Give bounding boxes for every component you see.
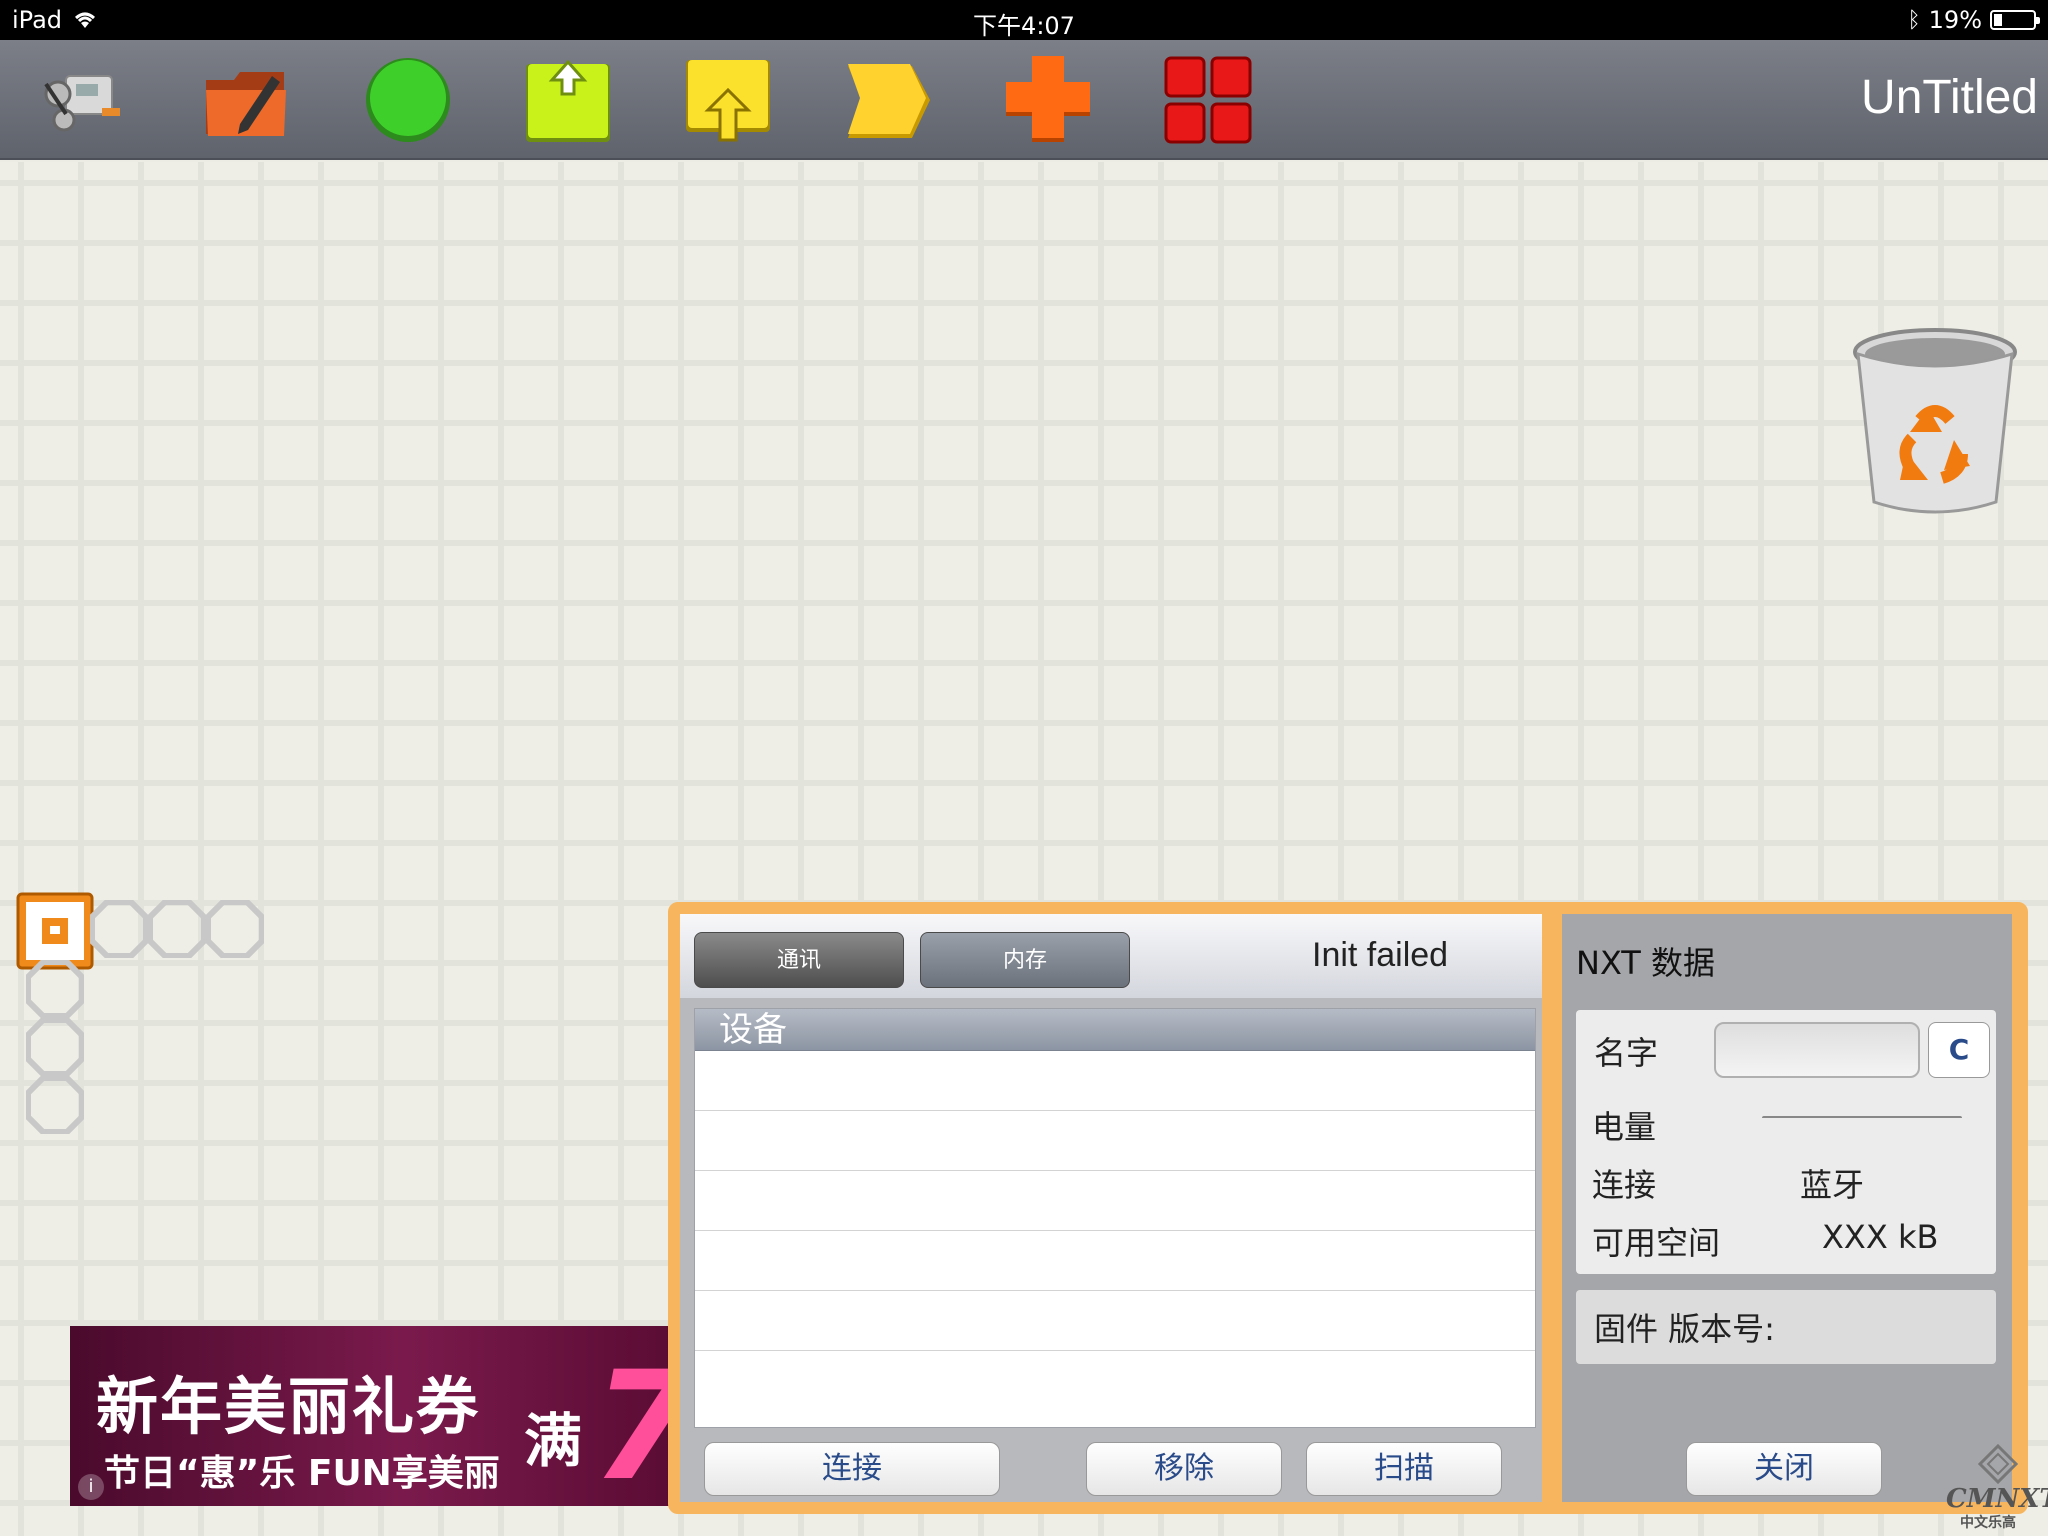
- nxt-data-panel: NXT 数据 名字 C 电量 连接 蓝牙 可用空间 XXX kB 固件 版本号:…: [1562, 914, 2012, 1502]
- nxt-info-box: 名字 C 电量 连接 蓝牙 可用空间 XXX kB: [1576, 1010, 1996, 1274]
- status-bar-right: ᛒ 19%: [1907, 6, 2040, 34]
- empty-slot-icon[interactable]: [26, 1076, 84, 1134]
- status-time: 下午4:07: [973, 12, 1075, 40]
- empty-slot-icon[interactable]: [90, 900, 148, 958]
- device-list-header: 设备: [695, 1009, 1535, 1051]
- empty-slot-icon[interactable]: [26, 1018, 84, 1076]
- list-item[interactable]: [695, 1351, 1535, 1411]
- ad-big-number: 7: [592, 1340, 678, 1506]
- ad-headline: 新年美丽礼券: [96, 1370, 481, 1443]
- connection-label: 连接: [1592, 1166, 1657, 1204]
- green-export-icon[interactable]: [522, 54, 614, 146]
- yellow-import-icon[interactable]: [682, 54, 774, 146]
- list-item[interactable]: [695, 1291, 1535, 1351]
- red-grid-icon[interactable]: [1162, 54, 1254, 146]
- start-block-icon[interactable]: [16, 892, 94, 970]
- segment-header: 通讯 内存 Init failed: [680, 914, 1542, 998]
- nxt-panel: 通讯 内存 Init failed 设备 连接 移除 扫描 NXT 数据 名字 …: [668, 902, 2028, 1514]
- orange-cross-icon[interactable]: [1002, 54, 1094, 146]
- name-label: 名字: [1594, 1034, 1659, 1072]
- tab-communication[interactable]: 通讯: [694, 932, 904, 988]
- nxt-robot-icon[interactable]: [36, 54, 128, 146]
- power-label: 电量: [1592, 1108, 1657, 1146]
- watermark-sub: 中文乐高: [1960, 1515, 2016, 1531]
- name-field[interactable]: [1714, 1022, 1920, 1078]
- recycle-trash-icon[interactable]: [1850, 322, 2020, 522]
- folder-edit-icon[interactable]: [200, 54, 292, 146]
- free-space-value: XXX kB: [1822, 1218, 1939, 1256]
- connect-button[interactable]: 连接: [704, 1442, 1000, 1496]
- ad-subline: 节日“惠”乐 FUN享美丽: [104, 1453, 500, 1494]
- list-item[interactable]: [695, 1051, 1535, 1111]
- clear-name-button[interactable]: C: [1928, 1022, 1990, 1078]
- remove-button[interactable]: 移除: [1086, 1442, 1282, 1496]
- empty-slot-icon[interactable]: [26, 960, 84, 1018]
- communication-panel: 通讯 内存 Init failed 设备 连接 移除 扫描: [680, 914, 1542, 1502]
- firmware-label: 固件 版本号:: [1594, 1310, 1775, 1348]
- firmware-box: 固件 版本号:: [1576, 1290, 1996, 1364]
- bluetooth-icon: ᛒ: [1907, 7, 1921, 33]
- list-item[interactable]: [695, 1111, 1535, 1171]
- nxt-data-title: NXT 数据: [1576, 944, 1716, 982]
- empty-slot-icon[interactable]: [148, 900, 206, 958]
- ad-info-icon[interactable]: i: [78, 1474, 104, 1500]
- tab-memory[interactable]: 内存: [920, 932, 1130, 988]
- advertisement-banner[interactable]: 新年美丽礼券 节日“惠”乐 FUN享美丽 满 7 i: [70, 1326, 678, 1506]
- watermark-brand: CMNXT: [1946, 1484, 2048, 1514]
- battery-percent: 19%: [1928, 6, 1982, 34]
- watermark-logo: CMNXT 中文乐高: [1942, 1440, 2048, 1531]
- watermark-diamond-icon: [1978, 1444, 2018, 1484]
- close-button[interactable]: 关闭: [1686, 1442, 1882, 1496]
- green-circle-icon[interactable]: [362, 54, 454, 146]
- list-item[interactable]: [695, 1171, 1535, 1231]
- yellow-arrow-block-icon[interactable]: [842, 54, 934, 146]
- device-list[interactable]: 设备: [694, 1008, 1536, 1428]
- connection-status: Init failed: [1312, 936, 1449, 974]
- scan-button[interactable]: 扫描: [1306, 1442, 1502, 1496]
- free-space-label: 可用空间: [1592, 1224, 1721, 1262]
- empty-slot-icon[interactable]: [206, 900, 264, 958]
- power-bar: [1762, 1116, 1962, 1120]
- connection-value: 蓝牙: [1800, 1166, 1865, 1204]
- status-bar: iPad 下午4:07 ᛒ 19%: [0, 0, 2048, 40]
- ad-man-text: 满: [524, 1407, 583, 1475]
- list-item[interactable]: [695, 1231, 1535, 1291]
- document-title: UnTitled: [1861, 71, 2038, 124]
- toolbar: UnTitled: [0, 40, 2048, 160]
- battery-icon: [1990, 10, 2040, 30]
